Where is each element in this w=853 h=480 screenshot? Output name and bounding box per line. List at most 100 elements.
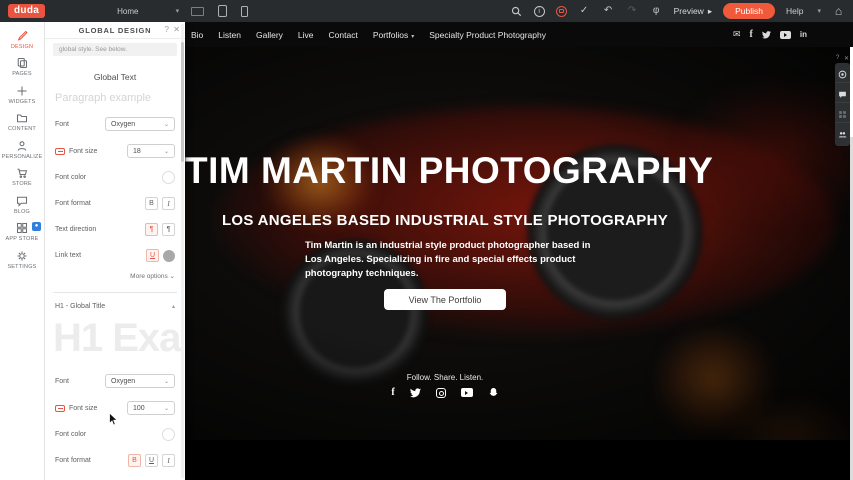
preview-button[interactable]: Preview ▸ [674, 6, 713, 17]
sidebar-item-settings[interactable]: SETTINGS [0, 246, 44, 274]
desktop-view-icon[interactable] [191, 7, 204, 16]
publish-button[interactable]: Publish [723, 3, 775, 19]
collapse-icon[interactable]: ▴ [172, 303, 175, 310]
dashboard-home-icon[interactable]: ⌂ [832, 5, 845, 18]
font-size-dropdown[interactable]: 18 ⌄ [127, 144, 175, 158]
undo-icon[interactable]: ↶ [602, 5, 615, 18]
nav-item-bio[interactable]: Bio [191, 30, 203, 40]
page-selector-dropdown[interactable]: Home ▾ [117, 7, 179, 16]
nav-item-gallery[interactable]: Gallery [256, 30, 283, 40]
nav-item-contact[interactable]: Contact [329, 30, 358, 40]
font-label: Font [55, 121, 69, 128]
h1-font-dropdown[interactable]: Oxygen ⌄ [105, 374, 175, 388]
font-color-label: Font color [55, 174, 86, 181]
sidebar-item-widgets[interactable]: WIDGETS [0, 81, 44, 109]
link-color-swatch[interactable] [163, 250, 175, 262]
snapchat-icon[interactable] [488, 387, 499, 398]
h1-font-size-dropdown[interactable]: 100 ⌄ [127, 401, 175, 415]
chevron-down-icon: ⌄ [164, 148, 169, 155]
h1-italic-button[interactable]: I [162, 454, 175, 467]
duda-logo[interactable]: duda [8, 4, 45, 18]
bold-button[interactable]: B [145, 197, 158, 210]
check-icon[interactable]: ✓ [578, 5, 591, 18]
play-icon: ▸ [708, 6, 712, 17]
nav-social-icons: ✉ f in [733, 22, 807, 47]
view-portfolio-button[interactable]: View The Portfolio [384, 289, 506, 310]
twitter-icon[interactable] [762, 30, 771, 39]
panel-scrollbar[interactable] [181, 24, 184, 478]
font-format-label: Font format [55, 457, 91, 464]
floating-toolbar: ? ✕ [835, 55, 850, 146]
panel-scrollbar-thumb[interactable] [181, 42, 184, 162]
gear-icon [16, 250, 28, 262]
capture-icon[interactable] [835, 66, 850, 83]
redo-icon[interactable]: ↷ [626, 5, 639, 18]
font-dropdown[interactable]: Oxygen ⌄ [105, 117, 175, 131]
chevron-down-icon: ▾ [411, 34, 414, 40]
hero-title[interactable]: TIM MARTIN PHOTOGRAPHY [185, 150, 705, 192]
editor-sidebar: DESIGN PAGES WIDGETS CONTENT PERSONALIZE… [0, 22, 45, 480]
panel-close-icon[interactable]: ✕ [173, 25, 180, 34]
h1-font-color-swatch[interactable] [162, 428, 175, 441]
text-direction-label: Text direction [55, 226, 96, 233]
nav-item-listen[interactable]: Listen [218, 30, 241, 40]
hero-section[interactable]: TIM MARTIN PHOTOGRAPHY LOS ANGELES BASED… [185, 47, 853, 440]
sidebar-item-design[interactable]: DESIGN [0, 26, 44, 54]
font-size-label: Font size [55, 405, 97, 412]
h1-bold-button[interactable]: B [128, 454, 141, 467]
twitter-icon[interactable] [410, 387, 421, 398]
font-format-label: Font format [55, 200, 91, 207]
portfolios-section[interactable]: PORTFOLIOS [185, 440, 853, 480]
toolbar-help-icon[interactable]: ? [836, 55, 839, 63]
sidebar-item-blog[interactable]: BLOG [0, 191, 44, 219]
info-icon[interactable]: i [534, 6, 545, 17]
nav-item-portfolios[interactable]: Portfolios▾ [373, 30, 414, 40]
page-selector-value: Home [117, 7, 138, 16]
chevron-down-icon: ⌄ [164, 121, 169, 128]
toolbar-close-icon[interactable]: ✕ [844, 55, 849, 63]
nav-item-live[interactable]: Live [298, 30, 314, 40]
h1-underline-button[interactable]: U [145, 454, 158, 467]
hero-paragraph[interactable]: Tim Martin is an industrial style produc… [305, 239, 595, 280]
app-store-badge: ● [32, 222, 41, 231]
comments-icon[interactable] [835, 86, 850, 103]
feedback-icon[interactable] [556, 6, 567, 17]
apps-icon [16, 222, 28, 234]
more-options-link[interactable]: More options ⌄ [55, 272, 175, 280]
collaborators-icon[interactable] [835, 126, 850, 143]
ltr-button[interactable]: ¶ [145, 223, 158, 236]
portfolios-heading[interactable]: PORTFOLIOS [185, 473, 705, 480]
youtube-icon[interactable] [780, 31, 791, 39]
global-style-icon [55, 405, 65, 412]
panel-help-icon[interactable]: ? [165, 25, 169, 34]
search-icon[interactable] [510, 5, 523, 18]
nav-item-specialty[interactable]: Specialty Product Photography [429, 30, 546, 40]
device-switcher [191, 5, 248, 17]
hero-subtitle[interactable]: LOS ANGELES BASED INDUSTRIAL STYLE PHOTO… [185, 212, 705, 229]
font-color-swatch[interactable] [162, 171, 175, 184]
italic-button[interactable]: I [162, 197, 175, 210]
facebook-icon[interactable]: f [391, 387, 394, 398]
email-icon[interactable]: ✉ [733, 29, 741, 40]
youtube-icon[interactable] [461, 388, 473, 397]
sidebar-item-app-store[interactable]: APP STORE ● [0, 219, 44, 247]
instagram-icon[interactable] [436, 388, 446, 398]
grid-icon[interactable] [835, 106, 850, 123]
site-navbar: Bio Listen Gallery Live Contact Portfoli… [185, 22, 853, 47]
tablet-view-icon[interactable] [218, 5, 227, 17]
paragraph-sample: Paragraph example [55, 92, 175, 104]
dev-mode-icon[interactable]: φ [650, 5, 663, 18]
sidebar-item-store[interactable]: STORE [0, 164, 44, 192]
sidebar-item-pages[interactable]: PAGES [0, 54, 44, 82]
facebook-icon[interactable]: f [750, 29, 753, 40]
help-menu[interactable]: Help ▾ [786, 6, 821, 16]
mobile-view-icon[interactable] [241, 6, 248, 17]
link-underline-button[interactable]: U [146, 249, 159, 262]
rtl-button[interactable]: ¶ [162, 223, 175, 236]
editor-window: duda Home ▾ i ✓ ↶ ↷ φ Preview ▸ Publish [0, 0, 853, 480]
sidebar-item-personalize[interactable]: PERSONALIZE [0, 136, 44, 164]
follow-text[interactable]: Follow. Share. Listen. [185, 373, 705, 382]
chevron-down-icon: ▾ [176, 7, 180, 15]
linkedin-icon[interactable]: in [800, 30, 807, 39]
sidebar-item-content[interactable]: CONTENT [0, 109, 44, 137]
